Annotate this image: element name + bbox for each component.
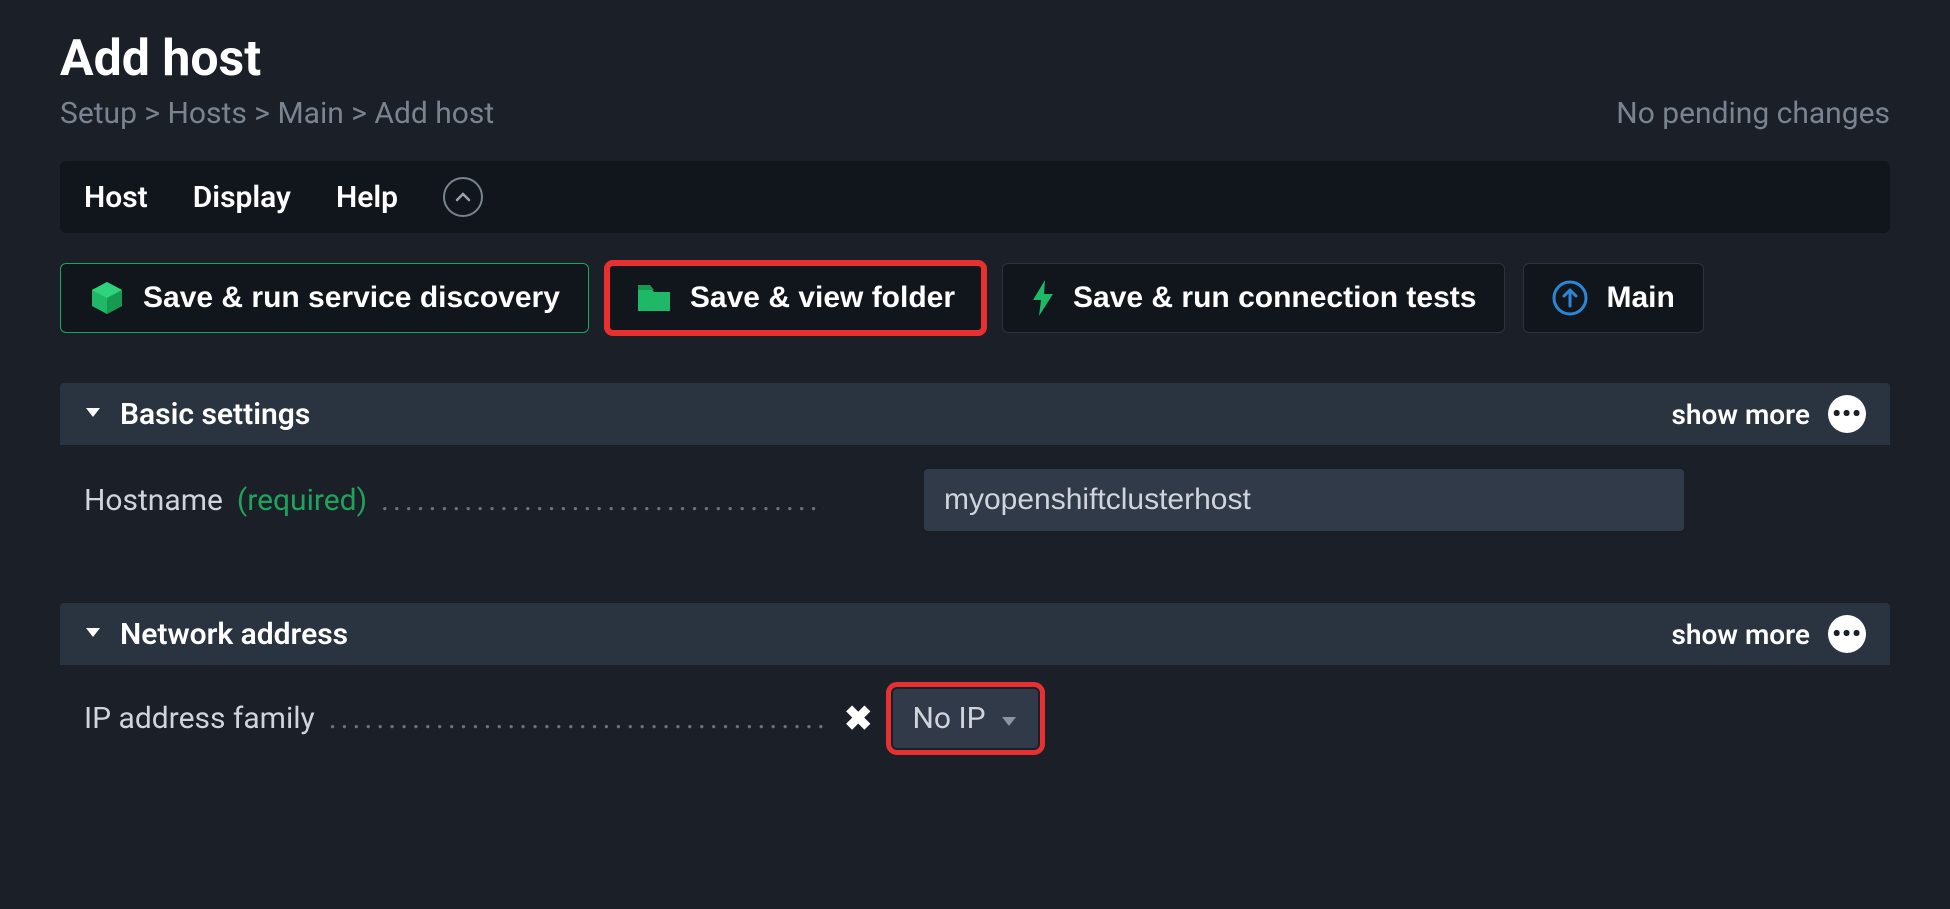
button-label: Save & run connection tests xyxy=(1073,281,1476,315)
ip-family-select[interactable]: No IP xyxy=(893,689,1038,748)
triangle-down-icon xyxy=(84,623,102,641)
bolt-icon xyxy=(1031,280,1055,316)
section-body: Hostname (required) ....................… xyxy=(60,445,1890,563)
hostname-field-row: Hostname (required) ....................… xyxy=(84,469,1866,531)
ip-family-label: IP address family xyxy=(84,701,315,736)
section-header: Network address show more ••• xyxy=(60,603,1890,665)
hostname-label: Hostname xyxy=(84,483,223,518)
ip-family-field-row: IP address family ......................… xyxy=(84,689,1866,748)
section-body: IP address family ......................… xyxy=(60,665,1890,780)
label-dots: ........................................… xyxy=(381,483,824,518)
breadcrumb-separator: > xyxy=(351,96,367,131)
hostname-input[interactable] xyxy=(924,469,1684,531)
required-indicator: (required) xyxy=(237,483,367,518)
breadcrumb-separator: > xyxy=(144,96,160,131)
header-row: Setup > Hosts > Main > Add host No pendi… xyxy=(60,96,1890,131)
breadcrumb-item[interactable]: Main xyxy=(277,96,343,131)
button-label: Main xyxy=(1606,281,1674,315)
triangle-down-icon xyxy=(84,403,102,421)
cube-icon xyxy=(89,280,125,316)
breadcrumb-item[interactable]: Setup xyxy=(60,96,137,131)
section-title: Basic settings xyxy=(120,397,310,432)
collapse-toggle-icon[interactable] xyxy=(443,177,483,217)
menu-help[interactable]: Help xyxy=(336,180,398,215)
breadcrumb-separator: > xyxy=(254,96,270,131)
select-value: No IP xyxy=(913,701,986,736)
section-collapse-toggle[interactable] xyxy=(84,623,102,645)
menu-bar: Host Display Help xyxy=(60,161,1890,233)
page-title: Add host xyxy=(60,30,1890,88)
show-more-link[interactable]: show more xyxy=(1671,398,1810,431)
save-view-folder-button[interactable]: Save & view folder xyxy=(607,263,984,333)
action-bar: Save & run service discovery Save & view… xyxy=(60,263,1890,333)
section-title: Network address xyxy=(120,617,348,652)
more-menu-icon[interactable]: ••• xyxy=(1828,615,1866,653)
section-header: Basic settings show more ••• xyxy=(60,383,1890,445)
save-run-tests-button[interactable]: Save & run connection tests xyxy=(1002,263,1505,333)
show-more-link[interactable]: show more xyxy=(1671,618,1810,651)
breadcrumb-item[interactable]: Hosts xyxy=(168,96,247,131)
button-label: Save & run service discovery xyxy=(143,281,560,315)
more-menu-icon[interactable]: ••• xyxy=(1828,395,1866,433)
section-collapse-toggle[interactable] xyxy=(84,403,102,425)
chevron-up-icon xyxy=(455,189,471,205)
caret-down-icon xyxy=(1000,701,1018,736)
label-dots: ........................................… xyxy=(329,701,824,736)
clear-icon[interactable]: ✖ xyxy=(844,699,873,739)
save-run-discovery-button[interactable]: Save & run service discovery xyxy=(60,263,589,333)
button-label: Save & view folder xyxy=(690,281,955,315)
folder-icon xyxy=(636,283,672,313)
pending-changes-status: No pending changes xyxy=(1616,96,1890,131)
back-circle-icon xyxy=(1552,280,1588,316)
network-address-section: Network address show more ••• IP address… xyxy=(60,603,1890,780)
breadcrumb-item: Add host xyxy=(374,96,494,131)
menu-display[interactable]: Display xyxy=(193,180,291,215)
basic-settings-section: Basic settings show more ••• Hostname (r… xyxy=(60,383,1890,563)
main-button[interactable]: Main xyxy=(1523,263,1703,333)
menu-host[interactable]: Host xyxy=(84,180,148,215)
breadcrumb: Setup > Hosts > Main > Add host xyxy=(60,96,494,131)
